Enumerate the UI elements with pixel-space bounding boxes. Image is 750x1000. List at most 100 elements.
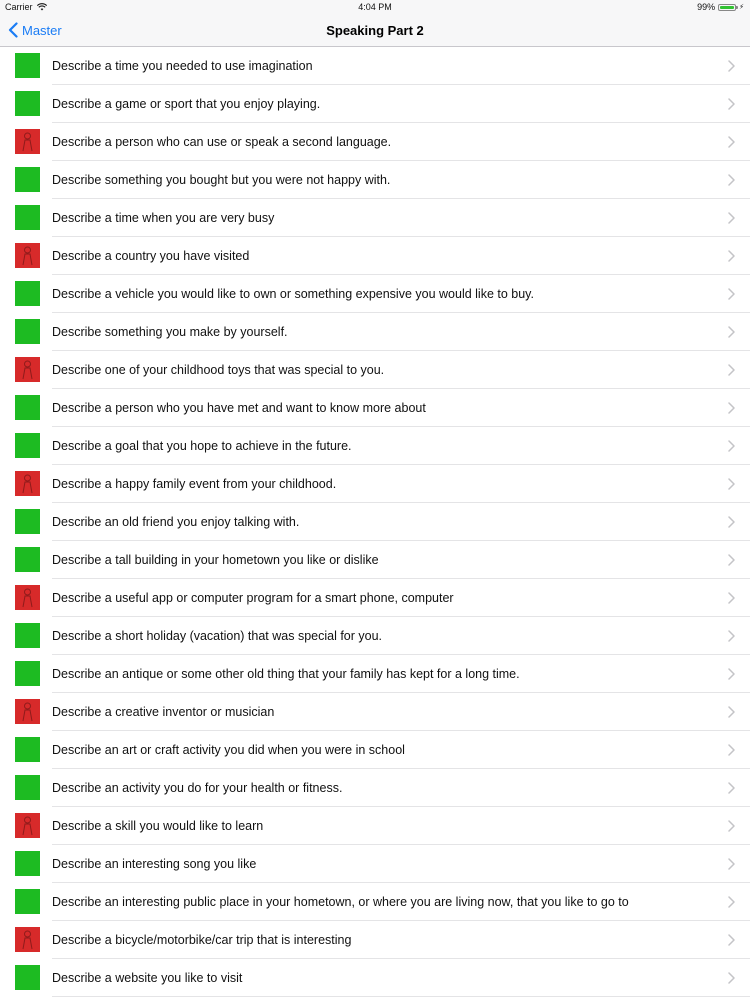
topic-list: Describe a time you needed to use imagin… [0, 47, 750, 997]
topic-thumbnail-icon [15, 281, 40, 306]
chevron-right-icon [728, 136, 735, 148]
topic-label: Describe a short holiday (vacation) that… [52, 629, 383, 643]
chevron-right-icon [728, 516, 735, 528]
topic-label: Describe a person who can use or speak a… [52, 135, 392, 149]
charging-icon: ⚡ [739, 4, 744, 11]
chevron-right-icon [728, 896, 735, 908]
battery-tip [736, 6, 739, 9]
topic-label: Describe a bicycle/motorbike/car trip th… [52, 933, 352, 947]
topic-thumbnail-icon [15, 889, 40, 914]
topic-row[interactable]: Describe an interesting song you like [0, 845, 750, 883]
battery-icon [718, 3, 739, 11]
topic-row[interactable]: Describe a skill you would like to learn [0, 807, 750, 845]
topic-row[interactable]: Describe a happy family event from your … [0, 465, 750, 503]
chevron-right-icon [728, 820, 735, 832]
topic-row[interactable]: Describe something you bought but you we… [0, 161, 750, 199]
chevron-right-icon [728, 98, 735, 110]
chevron-right-icon [728, 440, 735, 452]
topic-row[interactable]: Describe a bicycle/motorbike/car trip th… [0, 921, 750, 959]
chevron-right-icon [728, 364, 735, 376]
topic-thumbnail-icon [15, 205, 40, 230]
chevron-right-icon [728, 934, 735, 946]
chevron-right-icon [728, 60, 735, 72]
person-icon [22, 360, 33, 380]
chevron-right-icon [728, 858, 735, 870]
topic-row[interactable]: Describe something you make by yourself. [0, 313, 750, 351]
topic-label: Describe a happy family event from your … [52, 477, 337, 491]
topic-row[interactable]: Describe an activity you do for your hea… [0, 769, 750, 807]
topic-thumbnail-icon [15, 965, 40, 990]
topic-row[interactable]: Describe a goal that you hope to achieve… [0, 427, 750, 465]
topic-row[interactable]: Describe a country you have visited [0, 237, 750, 275]
chevron-right-icon [728, 744, 735, 756]
topic-thumbnail-icon [15, 357, 40, 382]
person-icon [22, 816, 33, 836]
topic-label: Describe one of your childhood toys that… [52, 363, 385, 377]
person-icon [22, 474, 33, 494]
chevron-right-icon [728, 592, 735, 604]
chevron-right-icon [728, 972, 735, 984]
topic-label: Describe an activity you do for your hea… [52, 781, 343, 795]
person-icon [22, 702, 33, 722]
chevron-right-icon [728, 630, 735, 642]
topic-row[interactable]: Describe an interesting public place in … [0, 883, 750, 921]
topic-label: Describe a creative inventor or musician [52, 705, 275, 719]
topic-row[interactable]: Describe a time you needed to use imagin… [0, 47, 750, 85]
topic-row[interactable]: Describe a vehicle you would like to own… [0, 275, 750, 313]
topic-row[interactable]: Describe a tall building in your hometow… [0, 541, 750, 579]
topic-row[interactable]: Describe a game or sport that you enjoy … [0, 85, 750, 123]
topic-label: Describe a useful app or computer progra… [52, 591, 454, 605]
status-bar: Carrier 4:04 PM 99% ⚡ [0, 0, 750, 14]
battery-fill [720, 5, 734, 9]
topic-row[interactable]: Describe an art or craft activity you di… [0, 731, 750, 769]
topic-label: Describe a skill you would like to learn [52, 819, 264, 833]
topic-thumbnail-icon [15, 927, 40, 952]
topic-label: Describe a person who you have met and w… [52, 401, 426, 415]
status-time: 4:04 PM [358, 2, 392, 12]
topic-row[interactable]: Describe a useful app or computer progra… [0, 579, 750, 617]
topic-thumbnail-icon [15, 775, 40, 800]
topic-thumbnail-icon [15, 433, 40, 458]
topic-label: Describe a website you like to visit [52, 971, 243, 985]
topic-row[interactable]: Describe an antique or some other old th… [0, 655, 750, 693]
topic-label: Describe a tall building in your hometow… [52, 553, 379, 567]
page-title: Speaking Part 2 [326, 23, 424, 38]
topic-label: Describe an antique or some other old th… [52, 667, 520, 681]
topic-row[interactable]: Describe an old friend you enjoy talking… [0, 503, 750, 541]
topic-thumbnail-icon [15, 585, 40, 610]
topic-row[interactable]: Describe a person who can use or speak a… [0, 123, 750, 161]
chevron-right-icon [728, 326, 735, 338]
chevron-right-icon [728, 288, 735, 300]
topic-label: Describe a vehicle you would like to own… [52, 287, 534, 301]
person-icon [22, 246, 33, 266]
topic-thumbnail-icon [15, 737, 40, 762]
topic-row[interactable]: Describe a creative inventor or musician [0, 693, 750, 731]
person-icon [22, 588, 33, 608]
topic-row[interactable]: Describe a person who you have met and w… [0, 389, 750, 427]
topic-label: Describe an interesting song you like [52, 857, 257, 871]
person-icon [22, 132, 33, 152]
topic-thumbnail-icon [15, 623, 40, 648]
topic-label: Describe a goal that you hope to achieve… [52, 439, 352, 453]
status-right: 99% ⚡ [697, 2, 744, 12]
chevron-right-icon [728, 478, 735, 490]
topic-row[interactable]: Describe a website you like to visit [0, 959, 750, 997]
topic-label: Describe a game or sport that you enjoy … [52, 97, 321, 111]
chevron-right-icon [728, 250, 735, 262]
chevron-right-icon [728, 174, 735, 186]
chevron-right-icon [728, 212, 735, 224]
topic-thumbnail-icon [15, 129, 40, 154]
topic-row[interactable]: Describe a short holiday (vacation) that… [0, 617, 750, 655]
topic-row[interactable]: Describe one of your childhood toys that… [0, 351, 750, 389]
topic-thumbnail-icon [15, 395, 40, 420]
chevron-right-icon [728, 554, 735, 566]
chevron-right-icon [728, 782, 735, 794]
topic-thumbnail-icon [15, 167, 40, 192]
topic-thumbnail-icon [15, 813, 40, 838]
topic-label: Describe an art or craft activity you di… [52, 743, 405, 757]
topic-label: Describe an interesting public place in … [52, 895, 629, 909]
topic-label: Describe a time when you are very busy [52, 211, 275, 225]
topic-row[interactable]: Describe a time when you are very busy [0, 199, 750, 237]
navigation-bar: Master Speaking Part 2 [0, 14, 750, 47]
chevron-right-icon [728, 706, 735, 718]
